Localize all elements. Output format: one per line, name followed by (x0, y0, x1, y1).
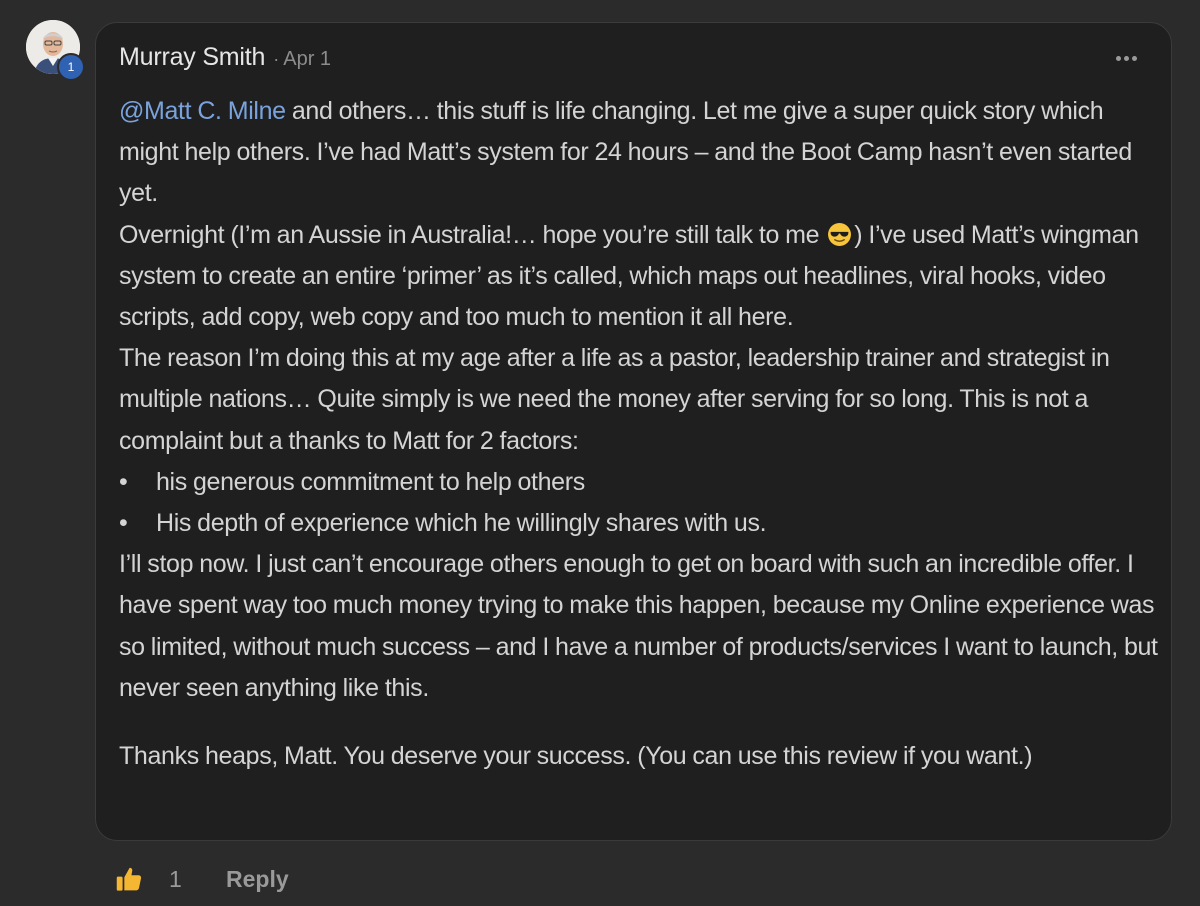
sunglasses-emoji-icon (828, 222, 852, 246)
list-item: • his generous commitment to help others (119, 462, 1159, 503)
comment-header: Murray Smith · Apr 1 (119, 43, 331, 79)
paragraph-3: The reason I’m doing this at my age afte… (119, 344, 1110, 455)
comment-date[interactable]: Apr 1 (283, 48, 331, 71)
level-badge: 1 (57, 53, 85, 81)
paragraph-4: I’ll stop now. I just can’t encourage ot… (119, 550, 1158, 702)
like-count: 1 (169, 865, 182, 892)
bullet-marker: • (119, 509, 128, 538)
paragraph-1: @Matt C. Milne and others… this stuff is… (119, 91, 1159, 215)
mention-link[interactable]: @Matt C. Milne (119, 97, 286, 125)
comment-actions: 1 Reply (115, 862, 289, 896)
list-item: • His depth of experience which he willin… (119, 503, 1159, 544)
separator-dot: · (273, 49, 280, 69)
paragraph-2: Overnight (I’m an Aussie in Australia!… … (119, 215, 1159, 339)
author-name[interactable]: Murray Smith (119, 43, 265, 72)
reply-button[interactable]: Reply (226, 866, 289, 893)
list-item-text: his generous commitment to help others (156, 467, 585, 496)
factors-list: • his generous commitment to help others … (119, 462, 1159, 544)
comment-body: @Matt C. Milne and others… this stuff is… (119, 91, 1159, 777)
avatar[interactable]: 1 (26, 20, 85, 81)
more-options-icon[interactable] (1116, 56, 1137, 61)
thumbs-up-icon[interactable] (115, 865, 143, 893)
bullet-marker: • (119, 467, 128, 496)
comment-card: Murray Smith · Apr 1 @Matt C. Milne and … (95, 22, 1172, 841)
paragraph-2-text-a: Overnight (I’m an Aussie in Australia!… … (119, 220, 826, 249)
list-item-text: His depth of experience which he willing… (156, 509, 767, 538)
comment-thread: 1 Murray Smith · Apr 1 @Matt C. Milne an… (0, 0, 1200, 906)
paragraph-5: Thanks heaps, Matt. You deserve your suc… (119, 742, 1033, 771)
